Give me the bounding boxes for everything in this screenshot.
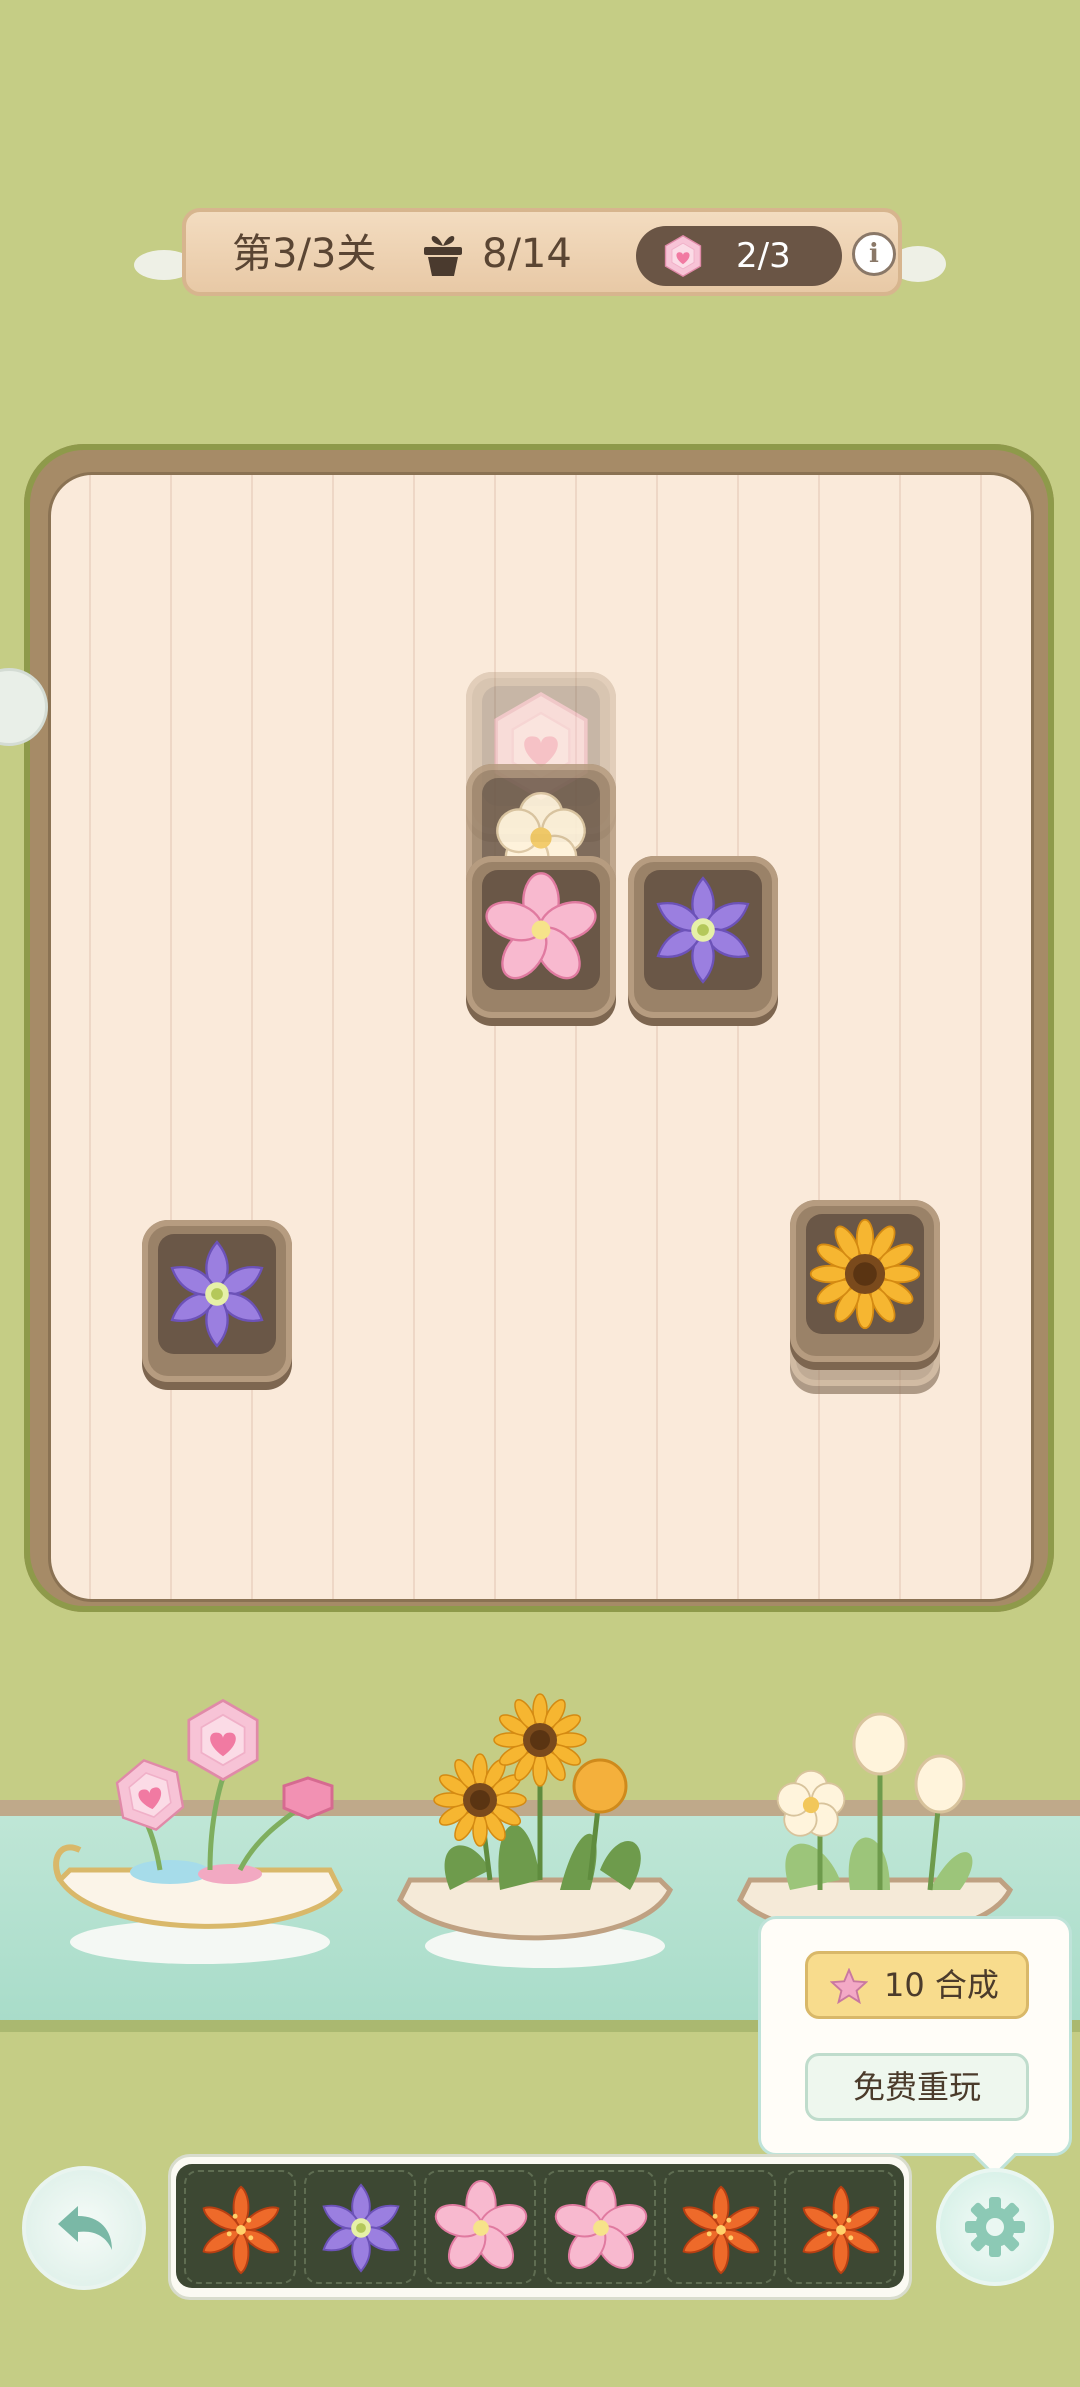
merge-label: 合成	[934, 1966, 999, 2004]
free-replay-button[interactable]: 免费重玩	[805, 2053, 1029, 2121]
merge-cost: 10	[884, 1966, 925, 2004]
gem-counter: 2/3	[736, 236, 791, 276]
sunflower-boat	[396, 1693, 674, 1968]
tray-slot[interactable]	[424, 2170, 536, 2284]
pink-blossom-icon	[432, 2178, 530, 2278]
pink-gem-flower-boat	[53, 1698, 343, 1964]
settings-popup-menu: 10 合成 免费重玩	[758, 1916, 1072, 2156]
level-indicator: 第3/3关	[232, 231, 377, 277]
tile-sunflower[interactable]	[790, 1200, 940, 1362]
gear-icon	[965, 2197, 1025, 2257]
undo-icon	[58, 2206, 112, 2250]
gem-counter-pill: 2/3	[636, 226, 842, 286]
star-icon	[830, 1968, 868, 2004]
purple-clematis-icon	[312, 2178, 410, 2278]
pink-blossom-icon	[482, 870, 600, 990]
tray-slot[interactable]	[184, 2170, 296, 2284]
purple-clematis-icon	[644, 870, 762, 990]
orange-lily-icon	[672, 2178, 770, 2278]
undo-button[interactable]	[22, 2166, 146, 2290]
tray-slot[interactable]	[784, 2170, 896, 2284]
pink-blossom-icon	[552, 2178, 650, 2278]
purple-clematis-icon	[158, 1234, 276, 1354]
flowerpot-icon	[424, 236, 462, 276]
tray-slot[interactable]	[544, 2170, 656, 2284]
tile-purple-clematis[interactable]	[628, 856, 778, 1018]
tray-slot[interactable]	[664, 2170, 776, 2284]
settings-button[interactable]	[936, 2168, 1054, 2286]
pink-gem-icon	[660, 230, 706, 282]
tile-pink-blossom[interactable]	[466, 856, 616, 1018]
orange-lily-icon	[792, 2178, 890, 2278]
sunflower-icon	[806, 1214, 924, 1334]
info-icon[interactable]: i	[852, 232, 896, 276]
orange-lily-icon	[192, 2178, 290, 2278]
game-board	[48, 472, 1034, 1602]
merge-button[interactable]: 10 合成	[805, 1951, 1029, 2019]
flowerpot-counter: 8/14	[482, 231, 572, 277]
tile-purple-clematis[interactable]	[142, 1220, 292, 1382]
tray-slot[interactable]	[304, 2170, 416, 2284]
